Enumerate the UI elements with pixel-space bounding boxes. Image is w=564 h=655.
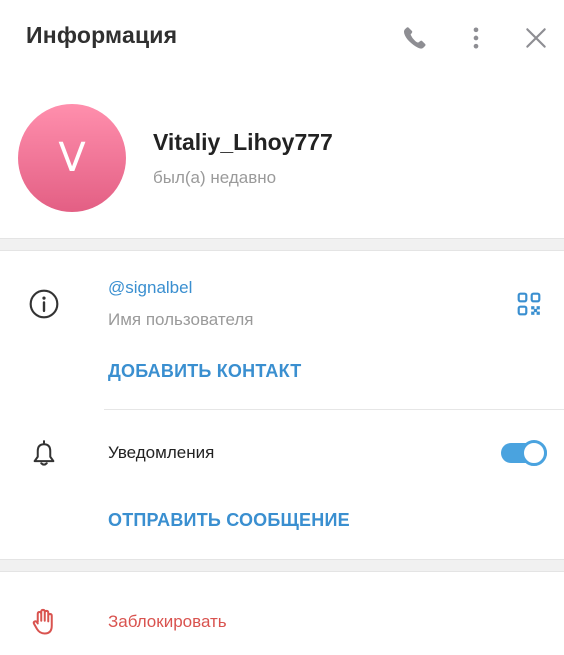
header: Информация <box>0 0 564 74</box>
add-contact-button[interactable]: ДОБАВИТЬ КОНТАКТ <box>108 361 301 382</box>
section-separator <box>0 559 564 572</box>
block-icon-wrap <box>26 604 62 640</box>
avatar-letter: V <box>58 135 86 181</box>
section-separator <box>0 238 564 251</box>
bell-icon <box>33 440 55 466</box>
send-message-button[interactable]: ОТПРАВИТЬ СООБЩЕНИЕ <box>108 510 350 531</box>
more-vertical-icon <box>473 27 479 49</box>
qr-code-icon <box>517 292 541 316</box>
more-options-button[interactable] <box>456 18 496 58</box>
qr-code-button[interactable] <box>512 287 546 321</box>
profile-status: был(а) недавно <box>153 168 277 187</box>
notifications-label: Уведомления <box>108 443 215 462</box>
divider <box>104 409 564 410</box>
block-user-button[interactable]: Заблокировать <box>108 612 227 632</box>
info-icon <box>29 289 59 319</box>
avatar[interactable]: V <box>18 104 126 212</box>
page-title: Информация <box>26 22 178 48</box>
close-icon <box>526 28 546 48</box>
phone-icon <box>403 27 426 49</box>
username[interactable]: @signalbel <box>108 278 192 298</box>
hand-stop-icon <box>32 608 53 635</box>
notifications-toggle[interactable] <box>501 440 547 466</box>
profile-section: V Vitaliy_Lihoy777 был(а) недавно <box>0 74 564 238</box>
toggle-knob <box>521 440 547 466</box>
close-button[interactable] <box>516 18 556 58</box>
username-label: Имя пользователя <box>108 310 254 329</box>
bell-icon-wrap <box>26 435 62 471</box>
profile-name: Vitaliy_Lihoy777 <box>153 129 333 155</box>
call-button[interactable] <box>395 18 435 58</box>
info-icon-wrap <box>26 286 62 322</box>
